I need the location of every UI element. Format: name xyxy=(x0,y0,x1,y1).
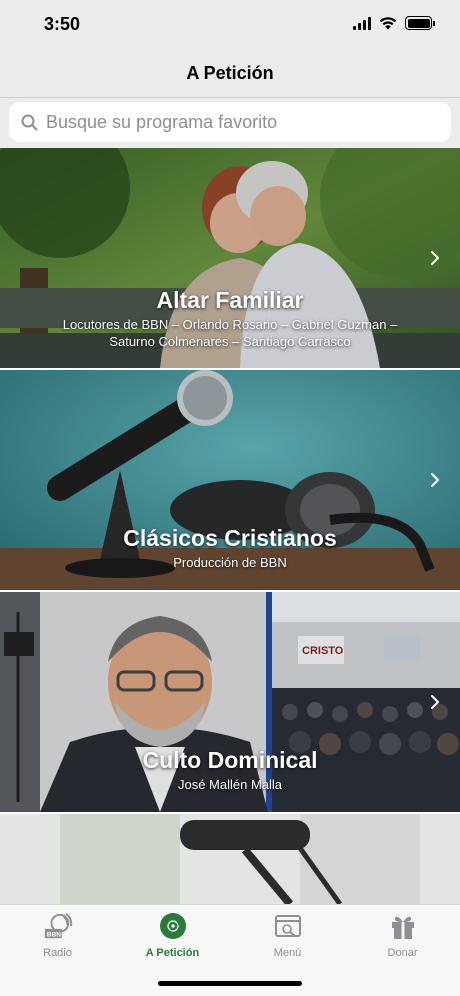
chevron-right-icon xyxy=(431,473,439,487)
program-image xyxy=(0,814,460,904)
program-text: Clásicos Cristianos Producción de BBN xyxy=(0,525,460,571)
status-icons xyxy=(353,16,435,30)
program-item-altar-familiar[interactable]: Altar Familiar Locutores de BBN – Orland… xyxy=(0,148,460,368)
program-item-partial[interactable] xyxy=(0,814,460,904)
home-indicator xyxy=(158,981,302,986)
program-subtitle: Producción de BBN xyxy=(173,555,287,570)
tab-label: Radio xyxy=(43,947,72,959)
search-bar xyxy=(0,98,460,148)
gift-icon xyxy=(388,911,418,941)
navigation-bar: A Petición xyxy=(0,50,460,98)
search-input[interactable] xyxy=(46,111,436,133)
program-subtitle-line-2: Saturno Colmenares – Santiago Carrasco xyxy=(109,334,351,349)
chevron-right-icon xyxy=(431,251,439,265)
program-item-culto-dominical[interactable]: CRISTO Culto Dominical José Mallén Malla xyxy=(0,592,460,812)
program-title: Altar Familiar xyxy=(156,287,304,313)
program-item-clasicos-cristianos[interactable]: Clásicos Cristianos Producción de BBN xyxy=(0,370,460,590)
record-icon xyxy=(158,911,188,941)
search-icon xyxy=(21,114,38,130)
program-title: Culto Dominical xyxy=(142,747,318,773)
status-time: 3:50 xyxy=(44,14,81,34)
program-text: Altar Familiar Locutores de BBN – Orland… xyxy=(0,287,460,350)
program-text: Culto Dominical José Mallén Malla xyxy=(0,747,460,793)
cellular-signal-icon xyxy=(353,16,371,30)
wifi-icon xyxy=(379,17,397,30)
battery-icon xyxy=(405,16,435,30)
tab-label: Menú xyxy=(273,947,302,959)
search-field[interactable] xyxy=(9,102,451,142)
menu-icon xyxy=(273,911,303,941)
radio-logo-text: BBN xyxy=(46,931,60,938)
program-subtitle: José Mallén Malla xyxy=(177,777,283,792)
tab-radio[interactable]: BBN Radio xyxy=(0,905,115,996)
tab-label: Donar xyxy=(387,947,418,959)
status-bar: 3:50 xyxy=(0,0,460,50)
tab-bar: BBN Radio A Petición Menú Donar xyxy=(0,904,460,996)
radio-icon: BBN xyxy=(43,911,73,941)
program-list[interactable]: Altar Familiar Locutores de BBN – Orland… xyxy=(0,148,460,904)
tab-label: A Petición xyxy=(145,947,200,959)
tab-donar[interactable]: Donar xyxy=(345,905,460,996)
page-title: A Petición xyxy=(186,63,274,83)
program-subtitle: Locutores de BBN – Orlando Rosario – Gab… xyxy=(62,317,398,332)
program-title: Clásicos Cristianos xyxy=(123,525,337,551)
chevron-right-icon xyxy=(431,695,439,709)
